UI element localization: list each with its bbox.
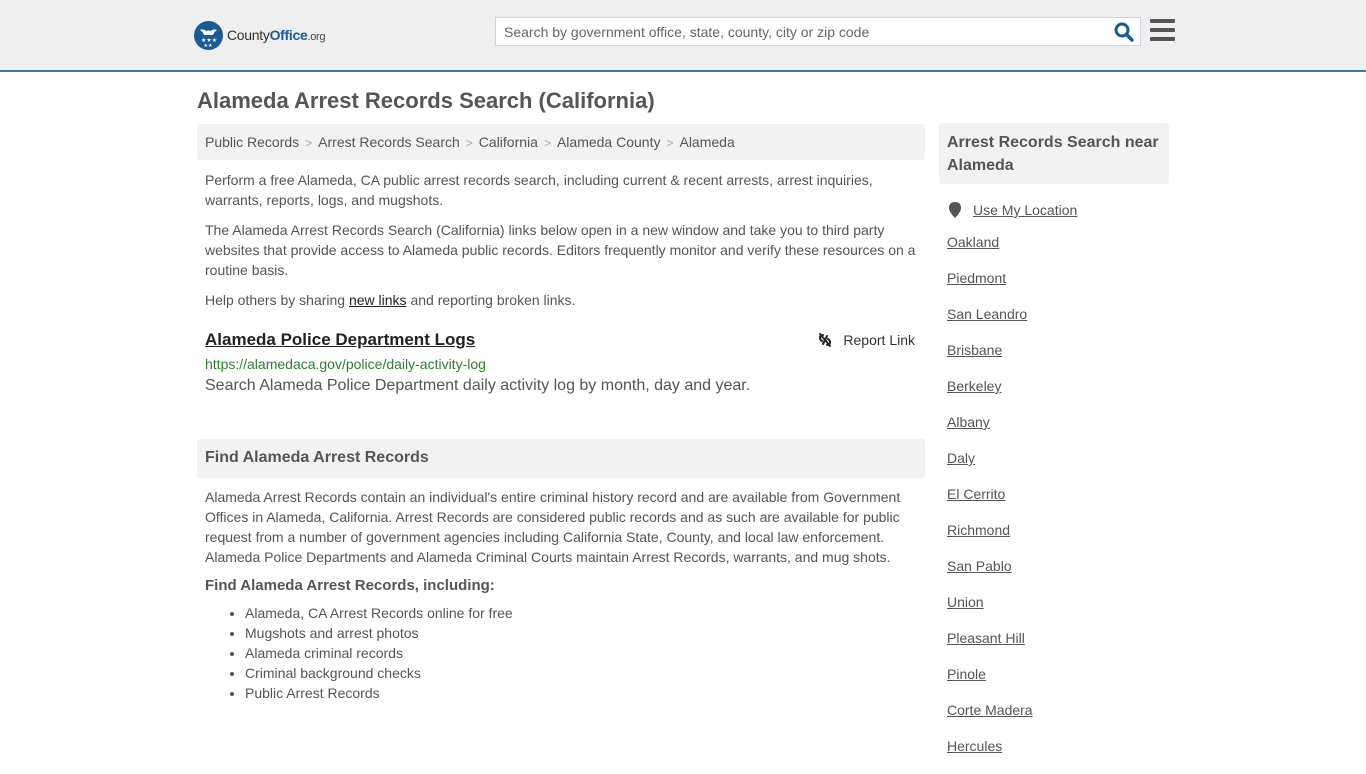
list-item: Public Arrest Records [245,683,925,703]
sidebar-city-richmond[interactable]: Richmond [947,522,1010,538]
site-header: ★★★ ★★ CountyOffice.org [0,0,1366,72]
page-title: Alameda Arrest Records Search (Californi… [197,88,655,113]
breadcrumb: Public Records > Arrest Records Search > Cal… [197,124,925,160]
breadcrumb-separator: > [465,136,473,150]
sidebar-city-el-cerrito[interactable]: El Cerrito [947,486,1005,502]
sidebar-city-daly[interactable]: Daly [947,450,975,466]
disclaimer-paragraph: The Alameda Arrest Records Search (Calif… [205,222,916,278]
sidebar-city-union[interactable]: Union [947,594,984,610]
intro-paragraph: Perform a free Alameda, CA public arrest… [205,172,873,208]
use-my-location: Use My Location [939,202,1169,218]
result-item: Alameda Police Department Logs Report Li… [197,330,925,395]
breadcrumb-separator: > [305,136,313,150]
broken-link-icon [819,333,832,347]
logo-text: CountyOffice.org [227,27,326,43]
sidebar-city-pinole[interactable]: Pinole [947,666,986,682]
find-records-subheading: Find Alameda Arrest Records, including: [205,577,495,594]
sidebar-city-oakland[interactable]: Oakland [947,234,999,250]
sidebar-city-brisbane[interactable]: Brisbane [947,342,1002,358]
breadcrumb-separator: > [543,136,551,150]
find-records-body: Alameda Arrest Records contain an indivi… [205,489,901,565]
report-link-button[interactable]: Report Link [817,332,915,348]
svg-text:★★: ★★ [204,43,213,49]
map-marker-icon [949,202,961,218]
breadcrumb-california[interactable]: California [479,134,538,150]
new-links-link[interactable]: new links [349,292,407,308]
breadcrumb-arrest-records-search[interactable]: Arrest Records Search [318,134,460,150]
sidebar-city-san-leandro[interactable]: San Leandro [947,306,1027,322]
hamburger-menu-icon[interactable] [1150,19,1175,41]
sidebar: Arrest Records Search near Alameda Use M… [939,123,1169,774]
list-item: Alameda criminal records [245,643,925,663]
nearby-cities-list: Oakland Piedmont San Leandro Brisbane Be… [939,234,1169,774]
use-my-location-link[interactable]: Use My Location [973,202,1077,218]
site-logo[interactable]: ★★★ ★★ CountyOffice.org [194,20,326,50]
sidebar-city-pleasant-hill[interactable]: Pleasant Hill [947,630,1025,646]
sidebar-city-piedmont[interactable]: Piedmont [947,270,1006,286]
search-bar [495,17,1141,46]
sidebar-city-berkeley[interactable]: Berkeley [947,378,1001,394]
share-paragraph: Help others by sharing new links and rep… [205,292,576,308]
main-content: Public Records > Arrest Records Search > Cal… [197,124,925,703]
find-records-list: Alameda, CA Arrest Records online for fr… [197,603,925,703]
list-item: Criminal background checks [245,663,925,683]
list-item: Mugshots and arrest photos [245,623,925,643]
report-link-label: Report Link [843,332,915,348]
find-records-heading: Find Alameda Arrest Records [197,439,925,478]
sidebar-city-corte-madera[interactable]: Corte Madera [947,702,1033,718]
breadcrumb-separator: > [666,136,674,150]
sidebar-city-hercules[interactable]: Hercules [947,738,1002,754]
sidebar-heading: Arrest Records Search near Alameda [939,123,1169,184]
breadcrumb-alameda-county[interactable]: Alameda County [557,134,661,150]
result-title-link[interactable]: Alameda Police Department Logs [205,330,475,350]
search-icon[interactable] [1114,22,1134,42]
sidebar-city-san-pablo[interactable]: San Pablo [947,558,1012,574]
eagle-stars-icon: ★★★ ★★ [194,20,223,50]
breadcrumb-public-records[interactable]: Public Records [205,134,299,150]
search-input[interactable] [496,18,1096,45]
list-item: Alameda, CA Arrest Records online for fr… [245,603,925,623]
result-url: https://alamedaca.gov/police/daily-activ… [205,356,486,372]
sidebar-city-albany[interactable]: Albany [947,414,990,430]
result-description: Search Alameda Police Department daily a… [205,377,751,394]
breadcrumb-alameda[interactable]: Alameda [679,134,734,150]
